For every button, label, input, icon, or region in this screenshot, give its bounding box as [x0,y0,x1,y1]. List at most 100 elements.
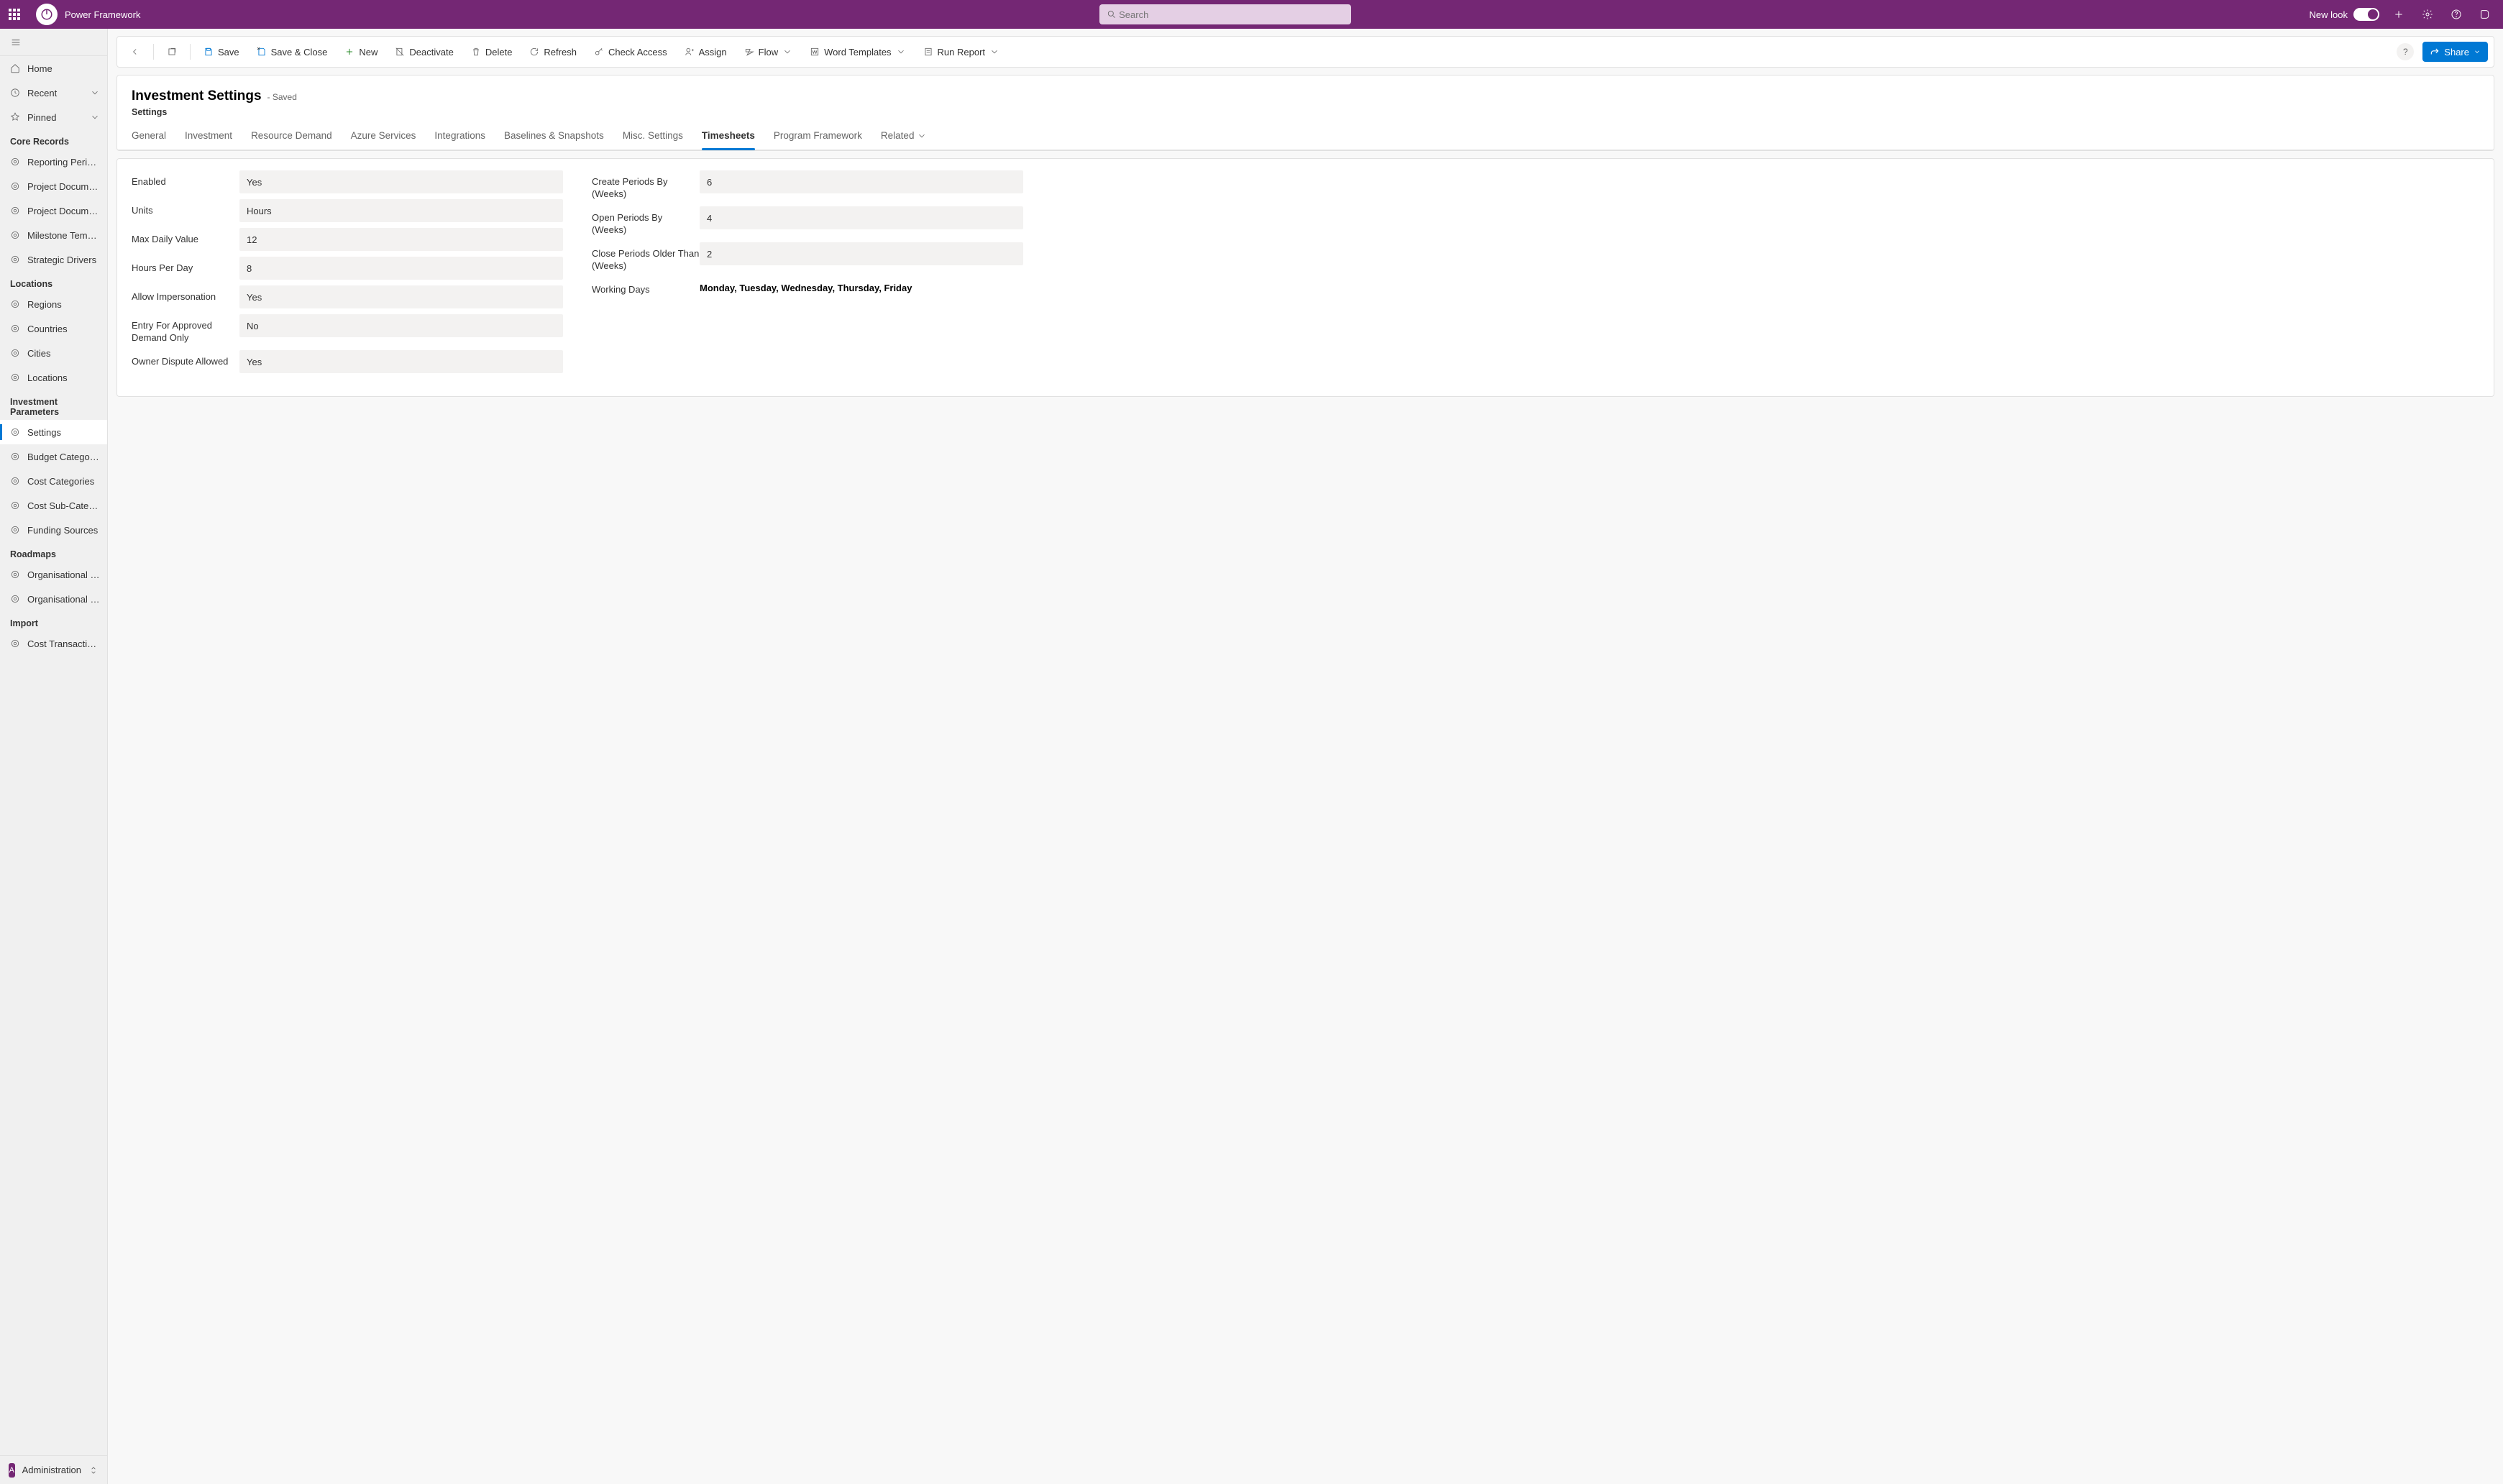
nav-project-doc-1[interactable]: Project Document... [0,174,107,198]
entity-icon [10,348,20,358]
nav-milestone-templates[interactable]: Milestone Templa... [0,223,107,247]
entity-icon [10,157,20,167]
field-dispute[interactable]: Yes [239,350,563,373]
share-icon [2430,47,2440,57]
check-access-button[interactable]: Check Access [587,40,674,63]
nav-cost-transactions[interactable]: Cost Transactions [0,631,107,656]
nav-cities[interactable]: Cities [0,341,107,365]
nav-settings[interactable]: Settings [0,420,107,444]
field-open-periods[interactable]: 4 [700,206,1023,229]
entity-icon [10,525,20,535]
entity-icon [10,230,20,240]
global-search[interactable] [1099,4,1351,24]
assign-icon [685,47,695,57]
assign-button[interactable]: Assign [677,40,734,63]
field-close-periods[interactable]: 2 [700,242,1023,265]
waffle-icon [9,9,20,20]
entity-icon [10,594,20,604]
search-icon [1107,9,1117,19]
settings-button[interactable] [2415,0,2440,29]
nav-funding-sources[interactable]: Funding Sources [0,518,107,542]
nav-reporting-periods[interactable]: Reporting Periods [0,150,107,174]
trash-icon [471,47,481,57]
entity-icon [10,206,20,216]
nav-recent[interactable]: Recent [0,81,107,105]
add-button[interactable] [2387,0,2411,29]
back-button[interactable] [123,40,147,63]
form-help-button[interactable]: ? [2397,43,2414,60]
word-icon [810,47,820,57]
nav-home[interactable]: Home [0,56,107,81]
chevron-down-icon [896,47,906,57]
nav-countries[interactable]: Countries [0,316,107,341]
search-input[interactable] [1119,9,1343,20]
toggle-switch[interactable] [2353,8,2379,21]
new-button[interactable]: New [337,40,385,63]
refresh-icon [529,47,539,57]
form-selector[interactable]: Settings [132,107,2479,117]
field-max-daily[interactable]: 12 [239,228,563,251]
entity-icon [10,255,20,265]
copilot-button[interactable] [2473,0,2497,29]
chevron-down-icon [2474,48,2481,55]
nav-budget-categories[interactable]: Budget Categories [0,444,107,469]
power-icon [40,8,53,21]
tab-timesheets[interactable]: Timesheets [702,130,755,150]
label-close-periods: Close Periods Older Than (Weeks) [592,242,700,272]
field-working-days[interactable]: Monday, Tuesday, Wednesday, Thursday, Fr… [700,278,1023,298]
nav-cost-categories[interactable]: Cost Categories [0,469,107,493]
tab-related[interactable]: Related [881,130,927,150]
area-switcher[interactable]: A Administration [0,1455,107,1484]
nav-pinned[interactable]: Pinned [0,105,107,129]
field-approved-only[interactable]: No [239,314,563,337]
deactivate-button[interactable]: Deactivate [388,40,460,63]
clock-icon [10,88,20,98]
top-bar: Power Framework New look [0,0,2503,29]
save-button[interactable]: Save [196,40,247,63]
nav-org-ev-2[interactable]: Organisational Ev... [0,587,107,611]
tab-general[interactable]: General [132,130,166,150]
page-title: Investment Settings [132,88,262,104]
new-look-toggle[interactable]: New look [2310,8,2379,21]
command-bar: Save Save & Close New Deactivate Delete … [116,36,2494,68]
field-enabled[interactable]: Yes [239,170,563,193]
nav-org-ev-1[interactable]: Organisational Ev... [0,562,107,587]
nav-project-doc-2[interactable]: Project Document... [0,198,107,223]
run-report-button[interactable]: Run Report [916,40,1007,63]
save-icon [203,47,214,57]
field-create-periods[interactable]: 6 [700,170,1023,193]
word-templates-button[interactable]: Word Templates [802,40,912,63]
copilot-icon [2479,9,2491,20]
label-enabled: Enabled [132,170,239,188]
tab-baselines[interactable]: Baselines & Snapshots [504,130,604,150]
nav-regions[interactable]: Regions [0,292,107,316]
tab-program-framework[interactable]: Program Framework [774,130,862,150]
chevron-down-icon [90,88,100,98]
share-button[interactable]: Share [2422,42,2488,62]
popout-icon [167,47,177,57]
label-max-daily: Max Daily Value [132,228,239,246]
help-button[interactable] [2444,0,2468,29]
tab-azure-services[interactable]: Azure Services [351,130,416,150]
flow-button[interactable]: Flow [737,40,800,63]
nav-cost-sub-categories[interactable]: Cost Sub-Categor... [0,493,107,518]
delete-button[interactable]: Delete [464,40,520,63]
tab-investment[interactable]: Investment [185,130,232,150]
chevron-down-icon [90,112,100,122]
sidebar-collapse-button[interactable] [0,29,107,56]
field-impersonation[interactable]: Yes [239,285,563,308]
nav-strategic-drivers[interactable]: Strategic Drivers [0,247,107,272]
tab-integrations[interactable]: Integrations [434,130,485,150]
refresh-button[interactable]: Refresh [522,40,584,63]
save-close-button[interactable]: Save & Close [250,40,335,63]
saved-status: - Saved [267,92,297,102]
field-hours-per-day[interactable]: 8 [239,257,563,280]
tab-resource-demand[interactable]: Resource Demand [251,130,332,150]
app-launcher-button[interactable] [0,0,29,29]
entity-icon [10,372,20,383]
nav-locations[interactable]: Locations [0,365,107,390]
open-new-window-button[interactable] [160,40,184,63]
field-units[interactable]: Hours [239,199,563,222]
report-icon [923,47,933,57]
tab-misc-settings[interactable]: Misc. Settings [623,130,683,150]
